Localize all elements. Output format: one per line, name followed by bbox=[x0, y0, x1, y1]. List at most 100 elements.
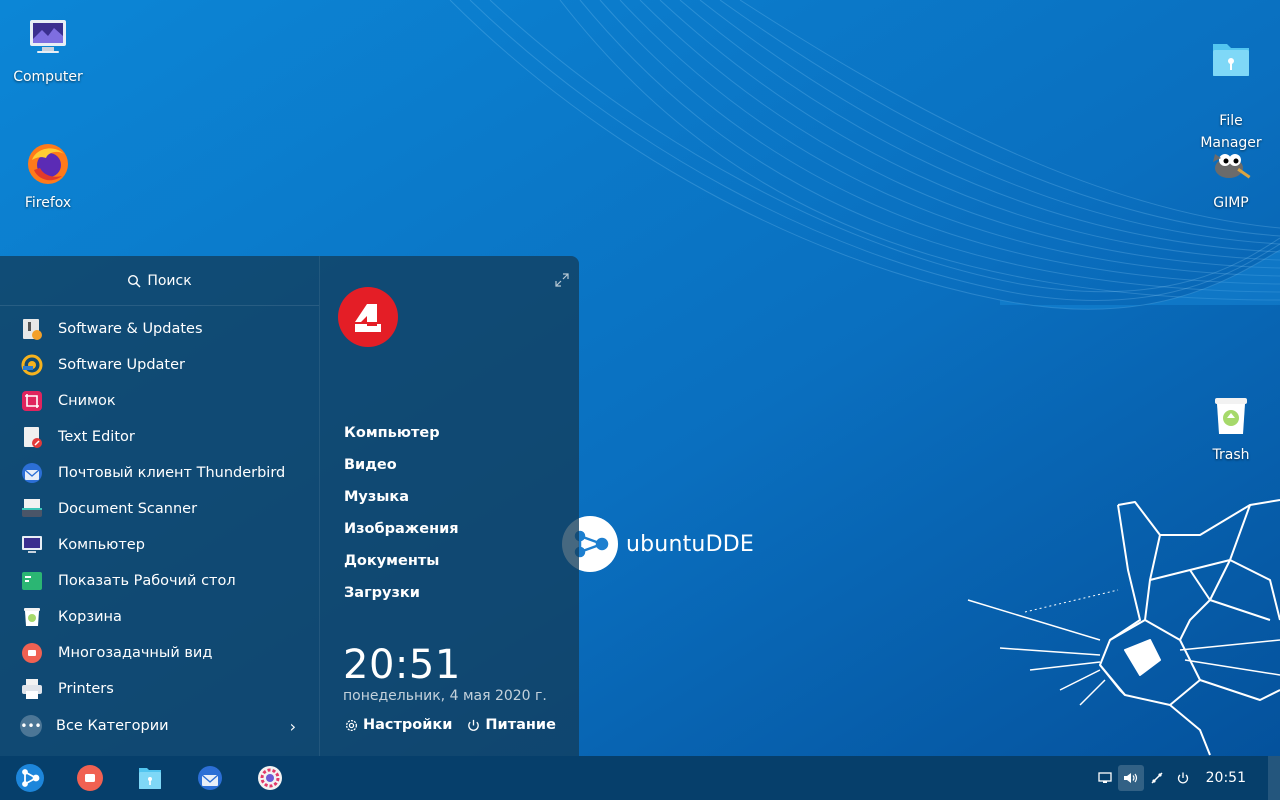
notification-icon bbox=[1097, 772, 1112, 783]
app-item-label: Почтовый клиент Thunderbird bbox=[58, 465, 286, 481]
app-item-label: Показать Рабочий стол bbox=[58, 573, 236, 589]
desktop-icon-trash[interactable]: Trash bbox=[1183, 392, 1279, 466]
power-label: Питание bbox=[485, 717, 556, 733]
text-editor-icon bbox=[24, 427, 42, 448]
computer-icon bbox=[30, 20, 66, 53]
desktop-icon-file-manager[interactable]: File Manager bbox=[1183, 14, 1279, 154]
screenshot-icon bbox=[22, 391, 42, 411]
search-icon bbox=[128, 274, 141, 288]
desktop-icon-label: Firefox bbox=[24, 195, 72, 211]
launcher-menu: Поиск Software & Updates Software Update… bbox=[0, 256, 579, 756]
app-item-label: Многозадачный вид bbox=[58, 645, 213, 661]
place-downloads[interactable]: Загрузки bbox=[344, 581, 459, 613]
settings-button[interactable]: Настройки bbox=[344, 717, 452, 733]
gimp-icon bbox=[1213, 154, 1251, 179]
scanner-icon bbox=[22, 499, 42, 517]
desktop-icon-label: GIMP bbox=[1213, 195, 1249, 211]
more-icon: ••• bbox=[20, 715, 42, 737]
launcher-actions: Настройки Питание bbox=[344, 717, 556, 733]
printer-icon bbox=[22, 679, 42, 699]
system-tray: 20:51 bbox=[1092, 756, 1280, 800]
all-categories-label: Все Категории bbox=[56, 718, 169, 734]
tray-network-button[interactable] bbox=[1144, 765, 1170, 791]
file-manager-icon bbox=[139, 768, 161, 789]
place-pictures[interactable]: Изображения bbox=[344, 517, 459, 549]
taskbar-thunderbird-button[interactable] bbox=[190, 758, 230, 798]
app-item-label: Printers bbox=[58, 681, 114, 697]
search-input[interactable]: Поиск bbox=[0, 256, 319, 306]
software-updater-icon bbox=[21, 354, 43, 376]
computer-icon bbox=[22, 536, 42, 553]
app-item-printers[interactable]: Printers bbox=[0, 671, 319, 707]
thunderbird-icon bbox=[22, 463, 42, 483]
app-item-trash[interactable]: Корзина bbox=[0, 599, 319, 635]
firefox-icon bbox=[28, 144, 68, 184]
launcher-app-panel: Поиск Software & Updates Software Update… bbox=[0, 256, 320, 756]
launcher-icon bbox=[16, 764, 44, 792]
tray-volume-button[interactable] bbox=[1117, 765, 1144, 791]
multitasking-icon bbox=[77, 765, 103, 791]
settings-label: Настройки bbox=[363, 717, 453, 733]
power-button[interactable]: Питание bbox=[466, 717, 556, 733]
multitasking-icon bbox=[22, 643, 42, 663]
app-item-label: Корзина bbox=[58, 609, 122, 625]
brand-text: ubuntuDDE bbox=[626, 531, 754, 557]
place-computer[interactable]: Компьютер bbox=[344, 421, 459, 453]
tray-power-button[interactable] bbox=[1170, 765, 1196, 791]
launcher-clock-time: 20:51 bbox=[343, 642, 461, 688]
app-item-software-updates[interactable]: Software & Updates bbox=[0, 311, 319, 347]
taskbar-multitasking-button[interactable] bbox=[70, 758, 110, 798]
chevron-right-icon: › bbox=[289, 716, 296, 736]
show-desktop-icon bbox=[22, 572, 42, 590]
app-item-label: Software & Updates bbox=[58, 321, 203, 337]
power-icon bbox=[1177, 772, 1188, 784]
taskbar-file-manager-button[interactable] bbox=[130, 758, 170, 798]
trash-icon bbox=[24, 608, 40, 626]
desktop-icon-label: Trash bbox=[1212, 447, 1250, 463]
launcher-side-panel: Компьютер Видео Музыка Изображения Докум… bbox=[320, 256, 579, 756]
expand-fullscreen-icon[interactable] bbox=[554, 272, 570, 288]
tray-notification-button[interactable] bbox=[1092, 765, 1118, 791]
place-documents[interactable]: Документы bbox=[344, 549, 459, 581]
place-videos[interactable]: Видео bbox=[344, 453, 459, 485]
desktop-icon-computer[interactable]: Computer bbox=[0, 14, 96, 88]
taskbar-launcher-button[interactable] bbox=[10, 758, 50, 798]
app-item-software-updater[interactable]: Software Updater bbox=[0, 347, 319, 383]
software-updates-icon bbox=[23, 319, 42, 340]
network-icon bbox=[1151, 772, 1163, 784]
launcher-clock-date: понедельник, 4 мая 2020 г. bbox=[343, 688, 547, 704]
app-item-label: Software Updater bbox=[58, 357, 186, 373]
user-avatar[interactable] bbox=[337, 286, 399, 348]
gear-icon bbox=[345, 719, 358, 731]
brand-watermark: ubuntuDDE bbox=[562, 516, 754, 572]
app-item-label: Text Editor bbox=[58, 429, 135, 445]
app-item-screenshot[interactable]: Снимок bbox=[0, 383, 319, 419]
all-categories-button[interactable]: ••• Все Категории › bbox=[0, 708, 320, 744]
app-item-thunderbird[interactable]: Почтовый клиент Thunderbird bbox=[0, 455, 319, 491]
app-item-multitasking[interactable]: Многозадачный вид bbox=[0, 635, 319, 671]
power-icon bbox=[468, 719, 480, 731]
settings-icon bbox=[258, 766, 282, 790]
trash-icon bbox=[1215, 398, 1247, 434]
thunderbird-icon bbox=[198, 766, 222, 790]
places-list: Компьютер Видео Музыка Изображения Докум… bbox=[344, 421, 459, 613]
place-music[interactable]: Музыка bbox=[344, 485, 459, 517]
show-desktop-corner[interactable] bbox=[1268, 756, 1280, 800]
taskbar-settings-button[interactable] bbox=[250, 758, 290, 798]
app-item-label: Компьютер bbox=[58, 537, 145, 553]
app-item-label: Снимок bbox=[58, 393, 116, 409]
volume-icon bbox=[1123, 773, 1137, 783]
app-list: Software & Updates Software Updater Сним… bbox=[0, 306, 319, 707]
tray-clock[interactable]: 20:51 bbox=[1206, 770, 1246, 786]
search-placeholder: Поиск bbox=[147, 272, 192, 289]
app-item-computer[interactable]: Компьютер bbox=[0, 527, 319, 563]
app-item-label: Document Scanner bbox=[58, 501, 198, 517]
taskbar: 20:51 bbox=[0, 756, 1280, 800]
desktop-icon-gimp[interactable]: GIMP bbox=[1183, 140, 1279, 214]
file-manager-icon bbox=[1213, 44, 1249, 76]
app-item-document-scanner[interactable]: Document Scanner bbox=[0, 491, 319, 527]
app-item-show-desktop[interactable]: Показать Рабочий стол bbox=[0, 563, 319, 599]
app-item-text-editor[interactable]: Text Editor bbox=[0, 419, 319, 455]
desktop-icon-label: Computer bbox=[13, 69, 83, 85]
desktop-icon-firefox[interactable]: Firefox bbox=[0, 140, 96, 214]
